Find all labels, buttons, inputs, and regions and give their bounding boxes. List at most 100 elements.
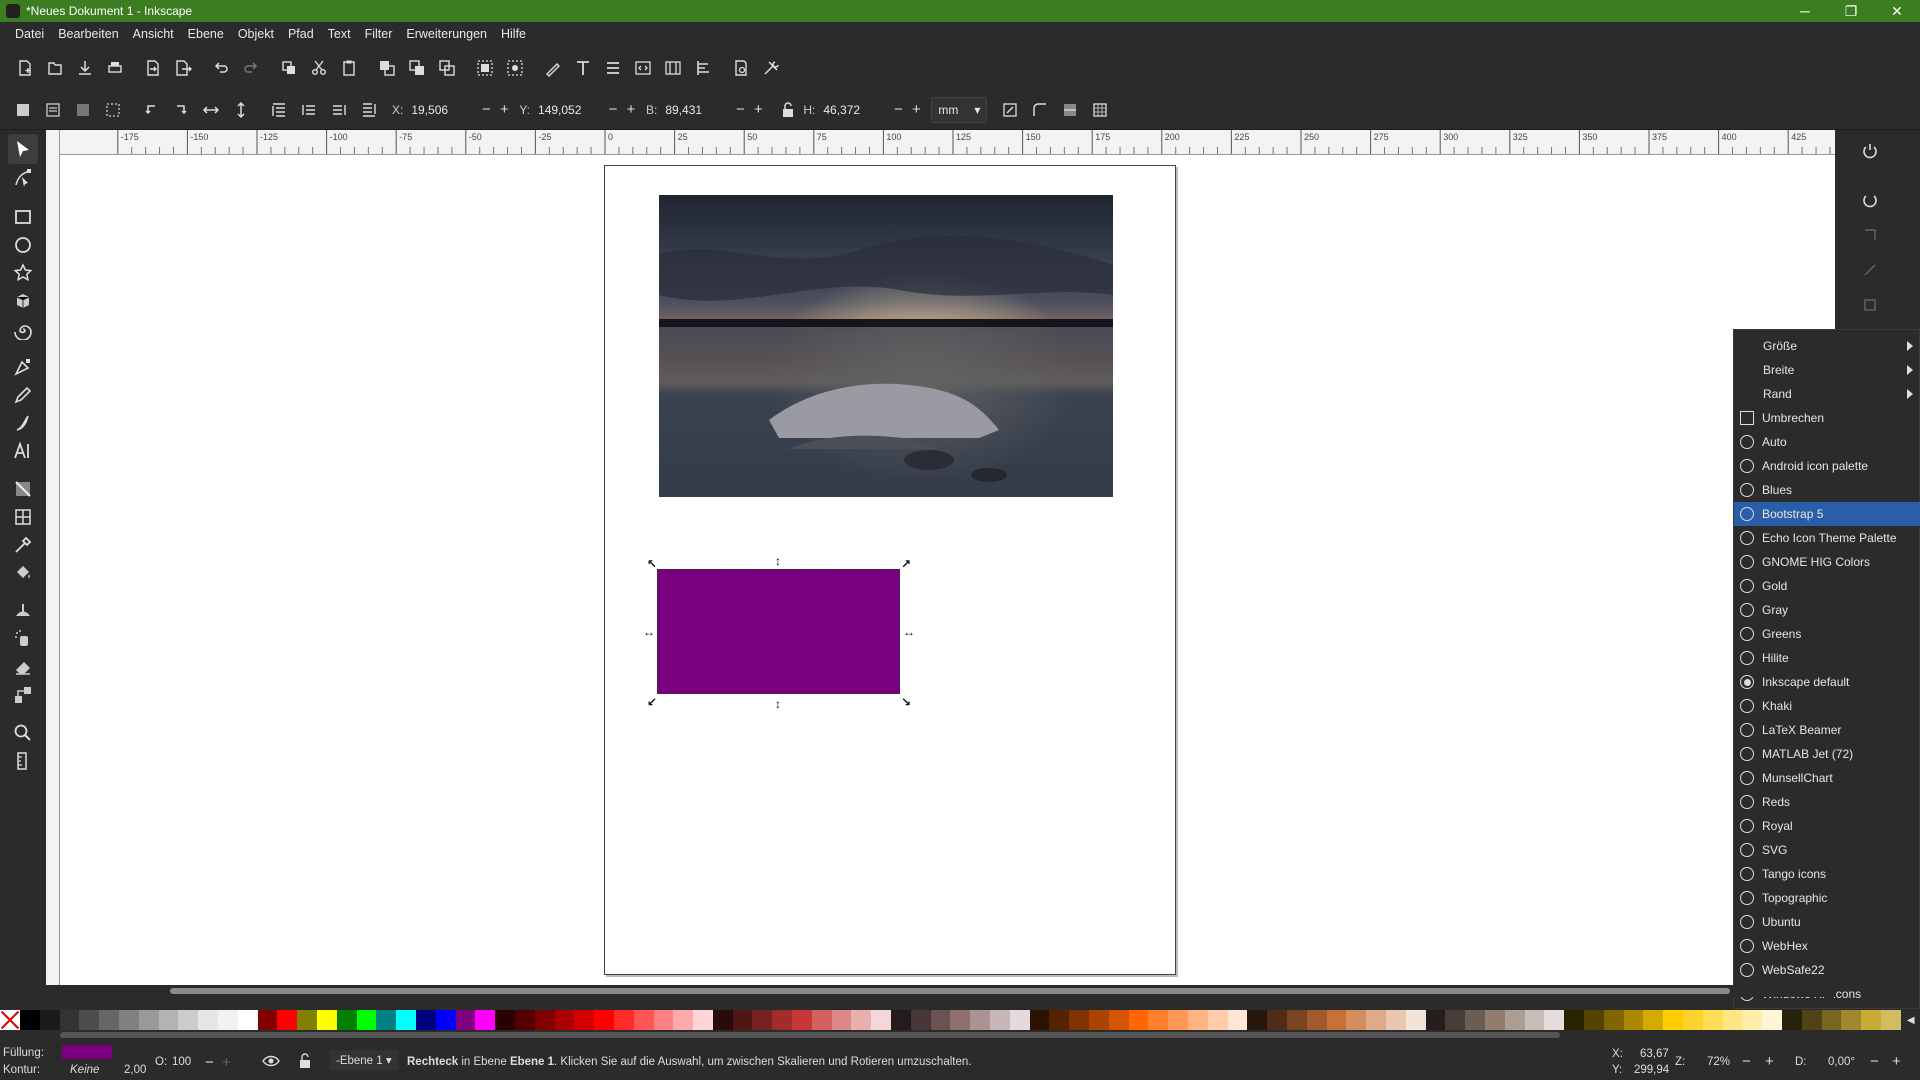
radio-icon[interactable] bbox=[1740, 747, 1754, 761]
calligraphy-tool-icon[interactable] bbox=[8, 408, 38, 438]
palette-option[interactable]: Ubuntu bbox=[1734, 910, 1920, 934]
radio-icon[interactable] bbox=[1740, 891, 1754, 905]
color-swatch[interactable] bbox=[1069, 1010, 1090, 1030]
color-swatch[interactable] bbox=[792, 1010, 812, 1030]
snap-nodes-icon[interactable] bbox=[1855, 255, 1885, 285]
color-swatch[interactable] bbox=[950, 1010, 971, 1030]
menu-bearbeiten[interactable]: Bearbeiten bbox=[51, 27, 125, 41]
color-swatch[interactable] bbox=[1287, 1010, 1307, 1030]
measure-tool-icon[interactable] bbox=[8, 746, 38, 776]
color-swatch[interactable] bbox=[1108, 1010, 1129, 1030]
clone-icon[interactable] bbox=[402, 53, 432, 83]
redo-icon[interactable] bbox=[236, 53, 266, 83]
palette-option[interactable]: Royal bbox=[1734, 814, 1920, 838]
y-input[interactable]: 149,052 bbox=[534, 98, 604, 122]
new-document-icon[interactable] bbox=[10, 53, 40, 83]
color-swatch[interactable] bbox=[415, 1010, 436, 1030]
palette-option[interactable]: Auto bbox=[1734, 430, 1920, 454]
palette-option[interactable]: Gold bbox=[1734, 574, 1920, 598]
color-swatch[interactable] bbox=[831, 1010, 852, 1030]
color-swatch[interactable] bbox=[970, 1010, 991, 1030]
resize-handle-left[interactable]: ↔ bbox=[643, 626, 655, 638]
ungroup-icon[interactable] bbox=[500, 53, 530, 83]
undo-icon[interactable] bbox=[206, 53, 236, 83]
x-increment-button[interactable]: + bbox=[495, 101, 513, 118]
menu-hilfe[interactable]: Hilfe bbox=[494, 27, 533, 41]
color-swatch[interactable] bbox=[396, 1010, 416, 1030]
minimize-button[interactable]: ─ bbox=[1782, 0, 1828, 22]
star-tool-icon[interactable] bbox=[8, 258, 38, 288]
color-swatch[interactable] bbox=[1247, 1010, 1268, 1030]
color-swatch[interactable] bbox=[1089, 1010, 1109, 1030]
snap-toggle-icon[interactable] bbox=[1855, 136, 1885, 166]
color-swatch[interactable] bbox=[217, 1010, 238, 1030]
menu-ebene[interactable]: Ebene bbox=[181, 27, 231, 41]
landscape-photo[interactable] bbox=[659, 195, 1113, 497]
color-swatch[interactable] bbox=[554, 1010, 575, 1030]
palette-option[interactable]: WebSafe22 bbox=[1734, 958, 1920, 982]
maximize-button[interactable]: ❐ bbox=[1828, 0, 1874, 22]
zoom-out-button[interactable]: − bbox=[1742, 1053, 1751, 1070]
palette-option[interactable]: Hilite bbox=[1734, 646, 1920, 670]
palette-option[interactable]: MATLAB Jet (72) bbox=[1734, 742, 1920, 766]
zoom-input[interactable]: 72% bbox=[1707, 1056, 1730, 1068]
color-swatch[interactable] bbox=[594, 1010, 614, 1030]
color-swatch[interactable] bbox=[1583, 1010, 1604, 1030]
color-swatch[interactable] bbox=[79, 1010, 100, 1030]
dropper-tool-icon[interactable] bbox=[8, 530, 38, 560]
color-swatch[interactable] bbox=[574, 1010, 595, 1030]
height-increment-button[interactable]: + bbox=[907, 101, 925, 118]
transform-gradients-icon[interactable] bbox=[1055, 95, 1085, 125]
cut-icon[interactable] bbox=[304, 53, 334, 83]
palette-option[interactable]: Khaki bbox=[1734, 694, 1920, 718]
radio-icon[interactable] bbox=[1740, 771, 1754, 785]
radio-icon[interactable] bbox=[1740, 675, 1754, 689]
color-swatch[interactable] bbox=[1861, 1010, 1881, 1030]
zoom-in-button[interactable]: + bbox=[1765, 1053, 1774, 1070]
color-swatch[interactable] bbox=[1306, 1010, 1327, 1030]
align-distribute-icon[interactable] bbox=[598, 53, 628, 83]
color-swatch[interactable] bbox=[277, 1010, 298, 1030]
export-icon[interactable] bbox=[168, 53, 198, 83]
radio-icon[interactable] bbox=[1740, 531, 1754, 545]
color-swatch[interactable] bbox=[1425, 1010, 1446, 1030]
spray-tool-icon[interactable] bbox=[8, 624, 38, 654]
color-swatch[interactable] bbox=[158, 1010, 179, 1030]
scale-stroke-icon[interactable] bbox=[995, 95, 1025, 125]
import-icon[interactable] bbox=[138, 53, 168, 83]
resize-handle-bottom-left[interactable]: ↙ bbox=[646, 696, 658, 708]
color-swatch[interactable] bbox=[455, 1010, 476, 1030]
radio-icon[interactable] bbox=[1740, 939, 1754, 953]
palette-option[interactable]: Greens bbox=[1734, 622, 1920, 646]
y-decrement-button[interactable]: − bbox=[604, 101, 622, 118]
color-swatch[interactable] bbox=[1564, 1010, 1584, 1030]
menu-pfad[interactable]: Pfad bbox=[281, 27, 321, 41]
resize-handle-bottom[interactable]: ↕ bbox=[772, 698, 784, 710]
color-swatch[interactable] bbox=[59, 1010, 80, 1030]
x-decrement-button[interactable]: − bbox=[477, 101, 495, 118]
radio-icon[interactable] bbox=[1740, 459, 1754, 473]
color-swatch[interactable] bbox=[475, 1010, 496, 1030]
zoom-tool-icon[interactable] bbox=[8, 718, 38, 748]
snap-simple-icon[interactable] bbox=[1855, 185, 1885, 215]
palette-option[interactable]: Echo Icon Theme Palette bbox=[1734, 526, 1920, 550]
wrap-checkbox[interactable] bbox=[1740, 411, 1754, 425]
paste-icon[interactable] bbox=[334, 53, 364, 83]
rotation-input[interactable]: 0,00° bbox=[1828, 1056, 1855, 1068]
stroke-width[interactable]: 2,00 bbox=[124, 1064, 146, 1076]
opacity-increment-button[interactable]: + bbox=[222, 1054, 231, 1071]
color-swatch[interactable] bbox=[1405, 1010, 1426, 1030]
menu-item-border[interactable]: Rand bbox=[1734, 382, 1920, 406]
ellipse-tool-icon[interactable] bbox=[8, 230, 38, 260]
rectangle-tool-icon[interactable] bbox=[8, 202, 38, 232]
raise-icon[interactable] bbox=[294, 95, 324, 125]
selector-tool-icon[interactable] bbox=[8, 134, 38, 164]
lower-icon[interactable] bbox=[324, 95, 354, 125]
color-swatch[interactable] bbox=[732, 1010, 753, 1030]
menu-datei[interactable]: Datei bbox=[8, 27, 51, 41]
color-swatch[interactable] bbox=[356, 1010, 377, 1030]
radio-icon[interactable] bbox=[1740, 483, 1754, 497]
palette-option[interactable]: Topographic bbox=[1734, 886, 1920, 910]
preferences-icon[interactable] bbox=[756, 53, 786, 83]
color-swatch[interactable] bbox=[376, 1010, 397, 1030]
